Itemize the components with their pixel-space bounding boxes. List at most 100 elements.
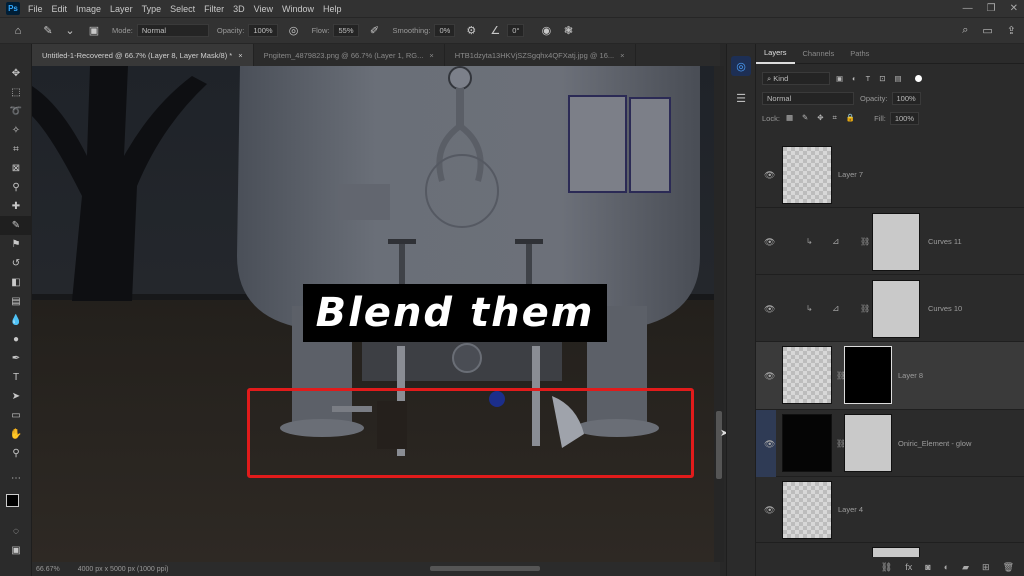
chain-link-icon[interactable]: ⛓ — [860, 304, 870, 313]
tab-channels[interactable]: Channels — [795, 49, 843, 58]
menu-image[interactable]: Image — [76, 4, 101, 14]
layer-name[interactable]: Curves 10 — [928, 304, 962, 313]
lock-icons[interactable]: ▦✎✥⌗🔒 — [786, 113, 864, 123]
blend-mode-select[interactable]: Normal — [762, 91, 854, 105]
hand-tool-icon[interactable]: ✋ — [0, 425, 32, 444]
opacity-field[interactable]: 100% — [248, 24, 278, 37]
frame-tool-icon[interactable]: ⊠ — [0, 159, 32, 178]
layer-opacity-field[interactable]: 100% — [891, 91, 921, 105]
close-window-button[interactable]: ✕ — [1010, 3, 1018, 14]
layer-name[interactable]: Curves 11 — [928, 237, 962, 246]
close-tab-icon[interactable]: × — [620, 51, 624, 60]
scrollbar-thumb[interactable] — [716, 411, 722, 479]
menu-edit[interactable]: Edit — [52, 4, 68, 14]
document-canvas[interactable]: Blend them — [32, 66, 714, 562]
visibility-eye-icon[interactable]: 👁 — [764, 170, 775, 181]
blur-tool-icon[interactable]: 💧 — [0, 311, 32, 330]
history-brush-tool-icon[interactable]: ↺ — [0, 254, 32, 273]
visibility-eye-icon[interactable]: 👁 — [764, 371, 775, 382]
menu-view[interactable]: View — [254, 4, 273, 14]
visibility-eye-icon[interactable]: 👁 — [764, 304, 775, 315]
add-mask-icon[interactable]: ◙ — [925, 562, 930, 572]
layer-style-icon[interactable]: fx — [905, 562, 912, 572]
zoom-tool-icon[interactable]: ⚲ — [0, 444, 32, 463]
lasso-tool-icon[interactable]: ➰ — [0, 102, 32, 121]
move-tool-icon[interactable]: ✥ — [0, 64, 32, 83]
menu-select[interactable]: Select — [170, 4, 195, 14]
navigator-panel-icon[interactable]: ◎ — [731, 56, 751, 76]
tab-paths[interactable]: Paths — [842, 49, 877, 58]
layer-name[interactable]: Layer 8 — [898, 371, 923, 380]
share-icon[interactable]: ⇪ — [1007, 24, 1016, 37]
smoothing-field[interactable]: 0% — [434, 24, 456, 37]
brush-settings-icon[interactable]: ▣ — [86, 23, 102, 39]
menu-layer[interactable]: Layer — [110, 4, 133, 14]
screen-mode-icon[interactable]: ▣ — [0, 541, 32, 560]
menu-3d[interactable]: 3D — [233, 4, 245, 14]
symmetry-icon[interactable]: ❃ — [560, 23, 576, 39]
marquee-tool-icon[interactable]: ⬚ — [0, 83, 32, 102]
color-swatches[interactable] — [0, 492, 31, 522]
clone-stamp-tool-icon[interactable]: ⚑ — [0, 235, 32, 254]
layer-row-selected[interactable]: 👁 ⛓ Layer 8 — [756, 342, 1024, 410]
layer-row[interactable]: 👁 ↳ ⊿ ⛓ Curves 11 — [756, 208, 1024, 275]
close-tab-icon[interactable]: × — [238, 51, 242, 60]
brush-tool-icon[interactable]: ✎ — [0, 216, 32, 235]
filter-toggle-icon[interactable] — [914, 74, 922, 82]
pressure-size-icon[interactable]: ◉ — [538, 23, 554, 39]
tab-pngitem[interactable]: Pngitem_4879823.png @ 66.7% (Layer 1, RG… — [254, 44, 445, 66]
layer-row[interactable]: 👁 Layer 4 — [756, 477, 1024, 543]
angle-field[interactable]: 0° — [507, 24, 525, 37]
new-group-icon[interactable]: ▰ — [962, 562, 969, 573]
airbrush-icon[interactable]: ✐ — [367, 23, 383, 39]
menu-file[interactable]: File — [28, 4, 43, 14]
tab-untitled-recovered[interactable]: Untitled-1-Recovered @ 66.7% (Layer 8, L… — [32, 44, 254, 66]
quick-select-tool-icon[interactable]: ✧ — [0, 121, 32, 140]
mode-select[interactable]: Normal — [136, 24, 209, 37]
menu-filter[interactable]: Filter — [204, 4, 224, 14]
smoothing-settings-icon[interactable]: ⚙ — [463, 23, 479, 39]
menu-type[interactable]: Type — [142, 4, 162, 14]
layer-row[interactable]: 👁 ↳ ⊿ ⛓ Curves 10 — [756, 275, 1024, 342]
brush-preset-icon[interactable]: ⌄ — [62, 23, 78, 39]
eraser-tool-icon[interactable]: ◧ — [0, 273, 32, 292]
visibility-eye-icon[interactable]: 👁 — [764, 505, 775, 516]
layer-name[interactable]: Layer 7 — [838, 170, 863, 179]
vertical-scrollbar[interactable] — [714, 66, 724, 562]
dodge-tool-icon[interactable]: ● — [0, 330, 32, 349]
maximize-button[interactable]: ❐ — [987, 3, 996, 14]
horizontal-scrollbar-thumb[interactable] — [430, 566, 540, 571]
menu-help[interactable]: Help — [323, 4, 342, 14]
more-tools-icon[interactable]: ⋯ — [0, 469, 32, 488]
layer-mask-thumbnail[interactable] — [844, 346, 892, 404]
link-layers-icon[interactable]: ⛓ — [881, 562, 892, 573]
new-layer-icon[interactable]: ⊞ — [982, 562, 990, 573]
zoom-level[interactable]: 66.67% — [36, 566, 60, 573]
minimize-button[interactable]: — — [963, 3, 973, 14]
quick-mask-icon[interactable]: ◌ — [0, 522, 32, 541]
layer-row[interactable]: 👁 Layer 7 — [756, 142, 1024, 208]
home-icon[interactable]: ⌂ — [10, 23, 26, 39]
search-icon[interactable]: ⌕ — [962, 24, 968, 37]
adjustments-panel-icon[interactable]: ☰ — [731, 88, 751, 108]
visibility-eye-icon[interactable]: 👁 — [764, 237, 775, 248]
tab-layers[interactable]: Layers — [756, 44, 795, 64]
delete-layer-icon[interactable]: 🗑 — [1003, 562, 1014, 573]
menu-window[interactable]: Window — [282, 4, 314, 14]
brush-tool-icon[interactable]: ✎ — [40, 23, 56, 39]
close-tab-icon[interactable]: × — [429, 51, 433, 60]
gradient-tool-icon[interactable]: ▤ — [0, 292, 32, 311]
workspace-icon[interactable]: ▭ — [982, 24, 992, 37]
filter-icons[interactable]: ▣◐T⊡▤ — [836, 74, 911, 83]
tab-htb-jpg[interactable]: HTB1dzyta13HKVjSZSgqhx4QFXatj.jpg @ 16..… — [445, 44, 636, 66]
layer-name[interactable]: Layer 4 — [838, 505, 863, 514]
pen-tool-icon[interactable]: ✒ — [0, 349, 32, 368]
chain-link-icon[interactable]: ⛓ — [860, 237, 870, 246]
layer-row[interactable]: 👁 ⛓ Oniric_Element - glow — [756, 410, 1024, 477]
eyedropper-tool-icon[interactable]: ⚲ — [0, 178, 32, 197]
adjustment-layer-icon[interactable]: ◐ — [944, 562, 949, 572]
rectangle-tool-icon[interactable]: ▭ — [0, 406, 32, 425]
layer-name[interactable]: Oniric_Element - glow — [898, 439, 971, 448]
path-select-tool-icon[interactable]: ➤ — [0, 387, 32, 406]
fill-field[interactable]: 100% — [889, 111, 920, 125]
